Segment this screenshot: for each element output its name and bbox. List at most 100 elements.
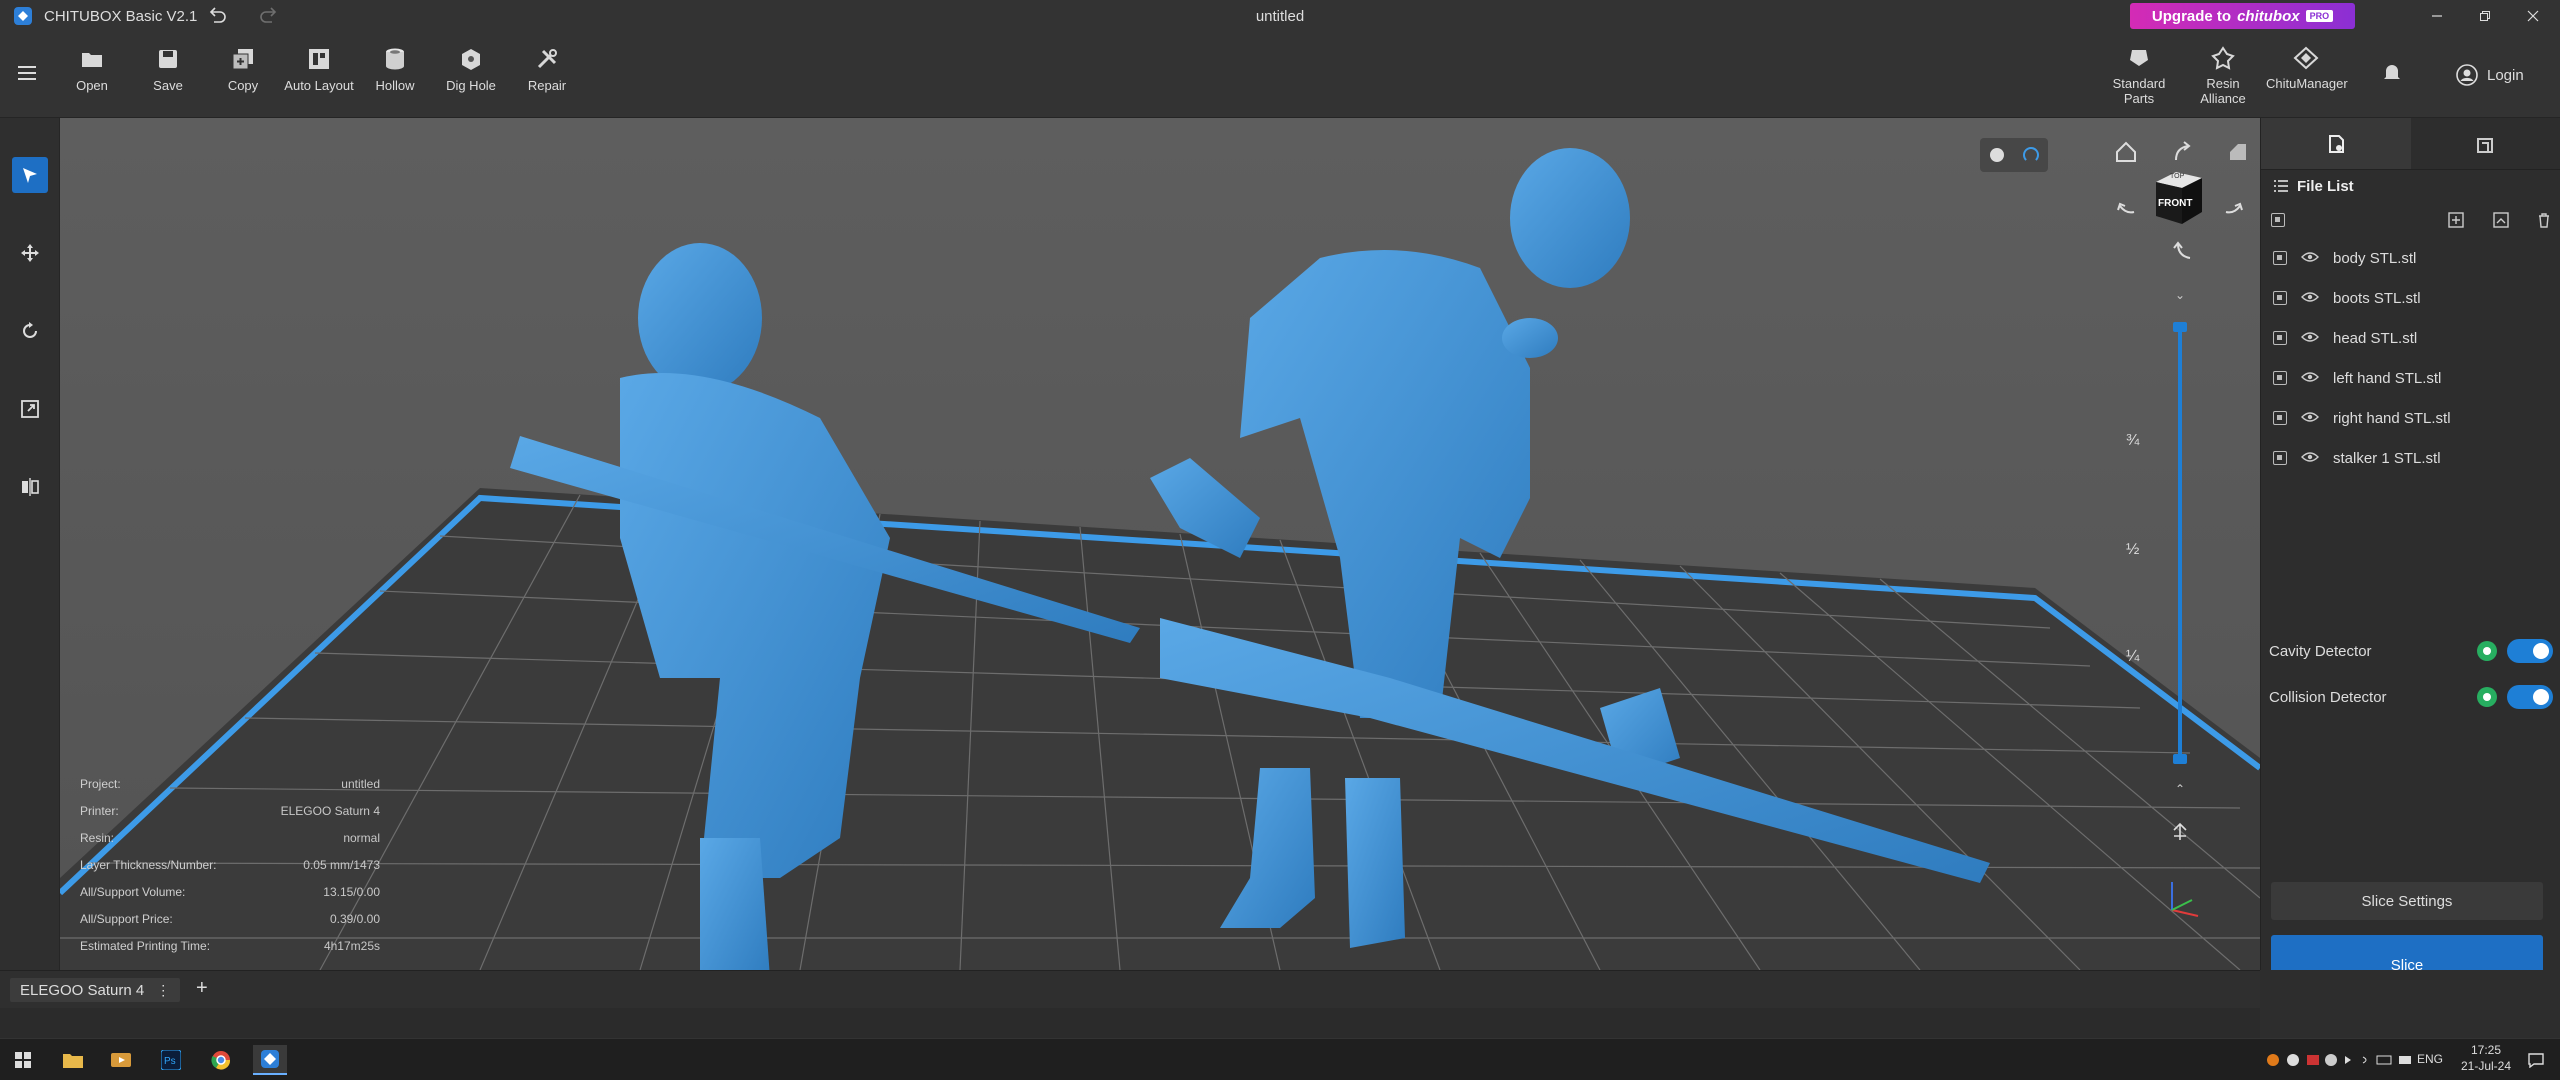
home-view-icon[interactable] <box>2112 138 2140 166</box>
resin-alliance-button[interactable]: Resin Alliance <box>2183 46 2263 106</box>
info-value: 13.15/0.00 <box>323 884 380 899</box>
standard-parts-button[interactable]: Standard Parts <box>2100 46 2178 106</box>
copy-button[interactable]: Copy <box>203 46 283 93</box>
file-list-item[interactable]: left hand STL.stl <box>2261 358 2560 398</box>
mirror-tool-button[interactable] <box>12 469 48 505</box>
file-name: left hand STL.stl <box>2333 369 2442 387</box>
login-label: Login <box>2487 66 2524 84</box>
file-list-item[interactable]: head STL.stl <box>2261 318 2560 358</box>
close-icon[interactable] <box>2510 0 2556 32</box>
open-button[interactable]: Open <box>52 46 132 93</box>
layer-slider-bottom-handle[interactable] <box>2173 754 2187 764</box>
save-button[interactable]: Save <box>128 46 208 93</box>
slice-settings-label: Slice Settings <box>2361 892 2453 910</box>
chitubox-taskbar-icon[interactable] <box>253 1045 287 1075</box>
rotate-down-icon[interactable] <box>2168 238 2196 266</box>
xray-mode-icon[interactable] <box>2022 147 2039 163</box>
dig-hole-button[interactable]: Dig Hole <box>431 46 511 93</box>
login-button[interactable]: Login <box>2455 61 2524 89</box>
info-value: 0.05 mm/1473 <box>303 857 380 872</box>
scale-tool-button[interactable] <box>12 391 48 427</box>
render-mode-toggle[interactable] <box>1980 138 2048 172</box>
notification-bell-icon[interactable] <box>2377 60 2407 90</box>
tab-file-list[interactable] <box>2261 118 2411 169</box>
file-list-item[interactable]: boots STL.stl <box>2261 278 2560 318</box>
eye-icon[interactable] <box>2301 330 2319 347</box>
dig-hole-label: Dig Hole <box>446 78 496 93</box>
slice-settings-button[interactable]: Slice Settings <box>2271 882 2543 920</box>
file-checkbox[interactable] <box>2273 331 2287 345</box>
undo-icon[interactable] <box>206 6 228 26</box>
slider-mark-three-quarter: ¾ <box>2126 432 2140 449</box>
select-tool-button[interactable] <box>12 157 48 193</box>
collision-detector-toggle[interactable] <box>2507 685 2553 709</box>
restore-icon[interactable] <box>2462 0 2508 32</box>
minimize-icon[interactable] <box>2414 0 2460 32</box>
printer-tab-menu-icon[interactable]: ⋮ <box>156 982 170 999</box>
right-panel: File List body STL.stl boots STL.stl head … <box>2260 118 2560 995</box>
notifications-icon[interactable] <box>2528 1052 2544 1071</box>
solid-mode-icon[interactable] <box>1989 148 2004 162</box>
rotate-right-icon[interactable] <box>2220 194 2248 222</box>
eye-icon[interactable] <box>2301 370 2319 387</box>
file-explorer-icon[interactable] <box>56 1045 90 1075</box>
chitumanager-button[interactable]: ChituManager <box>2266 46 2348 91</box>
3d-viewport[interactable]: Project: untitled Printer: ELEGOO Saturn 4… <box>60 118 2260 970</box>
printer-tab[interactable]: ELEGOO Saturn 4 ⋮ <box>10 978 181 1002</box>
add-printer-tab-icon[interactable]: + <box>196 977 208 1000</box>
layer-slider-down-chevron-icon[interactable]: ⌃ <box>2170 782 2190 798</box>
file-checkbox[interactable] <box>2273 451 2287 465</box>
copy-label: Copy <box>227 78 259 93</box>
file-list-item[interactable]: stalker 1 STL.stl <box>2261 438 2560 478</box>
hamburger-menu-icon[interactable] <box>14 60 40 86</box>
app-title: CHITUBOX Basic V2.1 <box>44 7 198 25</box>
redo-icon[interactable] <box>258 6 280 26</box>
layer-slider-reset-icon[interactable] <box>2168 820 2192 844</box>
clock[interactable]: 17:25 21-Jul-24 <box>2456 1042 2516 1074</box>
photoshop-icon[interactable]: Ps <box>154 1045 188 1075</box>
list-icon <box>2274 180 2288 192</box>
add-file-icon[interactable] <box>2448 212 2464 233</box>
layer-slider-top-handle[interactable] <box>2173 322 2187 332</box>
file-name: stalker 1 STL.stl <box>2333 449 2441 467</box>
windows-start-icon[interactable] <box>6 1045 40 1075</box>
eye-icon[interactable] <box>2301 290 2319 307</box>
scale-icon <box>21 400 39 418</box>
info-value: ELEGOO Saturn 4 <box>280 803 380 818</box>
select-all-checkbox[interactable] <box>2271 213 2285 227</box>
rotate-left-icon[interactable] <box>2112 194 2140 222</box>
layer-slider[interactable] <box>2173 322 2187 764</box>
file-checkbox[interactable] <box>2273 411 2287 425</box>
cavity-status-icon <box>2477 641 2497 661</box>
file-list-item[interactable]: right hand STL.stl <box>2261 398 2560 438</box>
file-checkbox[interactable] <box>2273 371 2287 385</box>
hollow-button[interactable]: Hollow <box>355 46 435 93</box>
language-indicator[interactable]: ENG <box>2417 1052 2443 1066</box>
delete-file-icon[interactable] <box>2536 212 2552 233</box>
perspective-view-icon[interactable] <box>2224 138 2252 166</box>
axis-gizmo <box>2160 876 2204 920</box>
tab-printer[interactable] <box>2411 118 2560 169</box>
hollow-icon <box>386 48 404 70</box>
chrome-icon[interactable] <box>204 1045 238 1075</box>
arrange-files-icon[interactable] <box>2493 212 2509 233</box>
cavity-detector-toggle[interactable] <box>2507 639 2553 663</box>
auto-layout-button[interactable]: Auto Layout <box>279 46 359 93</box>
eye-icon[interactable] <box>2301 250 2319 267</box>
file-list-item[interactable]: body STL.stl <box>2261 238 2560 278</box>
tray-icons[interactable] <box>2265 1052 2415 1071</box>
move-tool-button[interactable] <box>12 235 48 271</box>
layer-slider-up-chevron-icon[interactable]: ⌄ <box>2170 288 2190 304</box>
chitubox-logo-icon <box>14 7 32 25</box>
file-checkbox[interactable] <box>2273 251 2287 265</box>
repair-button[interactable]: Repair <box>507 46 587 93</box>
media-player-icon[interactable] <box>104 1045 138 1075</box>
view-cube-top-label: TOP <box>2170 173 2185 180</box>
file-checkbox[interactable] <box>2273 291 2287 305</box>
eye-icon[interactable] <box>2301 450 2319 467</box>
eye-icon[interactable] <box>2301 410 2319 427</box>
rotate-tool-button[interactable] <box>12 313 48 349</box>
view-cube[interactable]: TOP FRONT <box>2150 168 2206 228</box>
upgrade-pro-button[interactable]: Upgrade to chitubox PRO <box>2130 3 2355 29</box>
rotate-up-icon[interactable] <box>2168 138 2196 166</box>
